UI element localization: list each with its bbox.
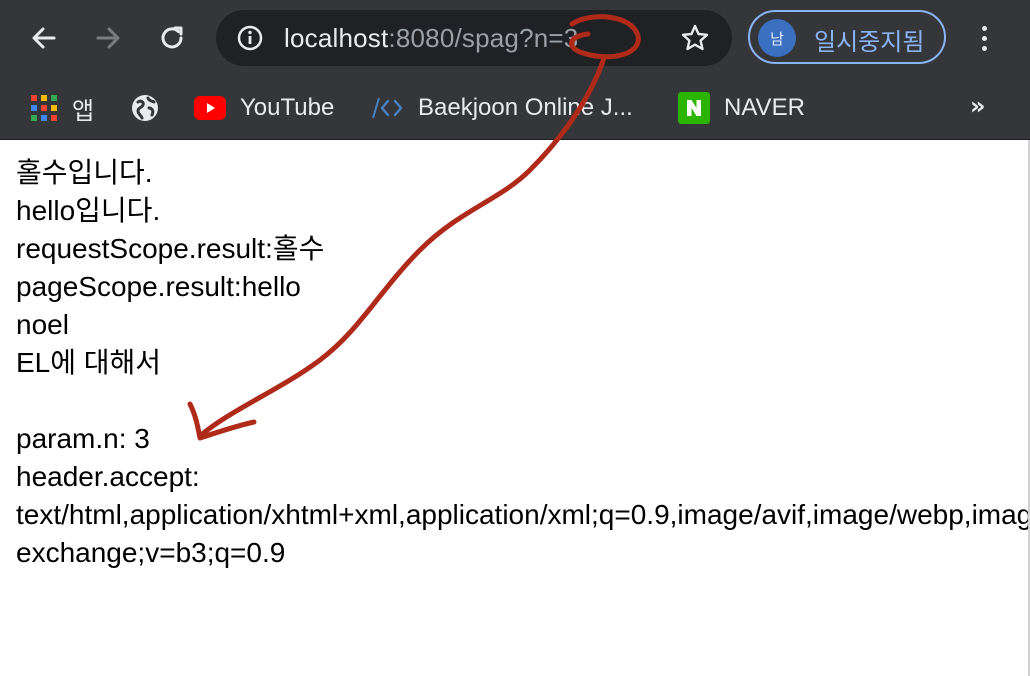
url-host: localhost (284, 23, 389, 53)
page-line: header.accept: (16, 461, 200, 492)
bookmark-star-icon[interactable] (678, 22, 712, 54)
bookmarks-overflow-button[interactable]: » (970, 92, 986, 120)
site-info-icon[interactable] (236, 24, 264, 52)
page-line: 홀수입니다. (16, 157, 153, 188)
profile-status-label: 일시중지됨 (814, 28, 925, 56)
avatar: 남 (758, 19, 796, 57)
page-line: pageScope.result:hello (16, 271, 301, 302)
forward-button[interactable] (86, 16, 130, 60)
apps-grid-icon (30, 94, 58, 122)
globe-icon (130, 93, 160, 123)
browser-toolbar: localhost:8080/spag?n=3 남 일시중지됨 (0, 0, 1030, 78)
page-line: exchange;v=b3;q=0.9 (16, 537, 286, 568)
page-line: noel (16, 309, 69, 340)
bookmark-youtube[interactable]: YouTube (194, 88, 334, 128)
bookmark-baekjoon[interactable]: Baekjoon Online J... (370, 88, 633, 128)
bookmark-label: Baekjoon Online J... (418, 94, 633, 121)
code-icon (370, 96, 404, 120)
bookmark-naver[interactable]: NAVER (678, 88, 805, 128)
param-line: param.n: 3 (16, 423, 150, 454)
bookmark-label: NAVER (724, 94, 805, 121)
reload-icon (161, 26, 183, 49)
reload-button[interactable] (150, 16, 194, 60)
bookmark-globe[interactable] (130, 88, 174, 128)
page-line: requestScope.result:홀수 (16, 233, 325, 264)
url-rest: :8080/spag?n=3 (388, 23, 579, 53)
profile-button[interactable]: 남 일시중지됨 (748, 10, 946, 64)
back-arrow-icon (32, 27, 56, 49)
page-line: EL에 대해서 (16, 347, 162, 378)
bookmarks-bar: 앱 YouTube Baekjoon Online J... NAVER » (0, 78, 1030, 140)
address-bar[interactable]: localhost:8080/spag?n=3 (216, 10, 732, 66)
back-button[interactable] (22, 16, 66, 60)
bookmark-label: 앱 (72, 96, 95, 125)
bookmark-apps[interactable]: 앱 (30, 88, 94, 128)
youtube-icon (194, 96, 226, 120)
menu-kebab-icon[interactable] (966, 16, 1002, 60)
bookmark-label: YouTube (240, 94, 335, 121)
page-content: 홀수입니다. hello입니다. requestScope.result:홀수 … (0, 140, 1030, 676)
page-line: text/html,application/xhtml+xml,applicat… (16, 499, 1030, 530)
naver-icon (678, 92, 710, 124)
url-text[interactable]: localhost:8080/spag?n=3 (284, 23, 578, 54)
forward-arrow-icon (96, 27, 120, 49)
page-line: hello입니다. (16, 195, 161, 226)
